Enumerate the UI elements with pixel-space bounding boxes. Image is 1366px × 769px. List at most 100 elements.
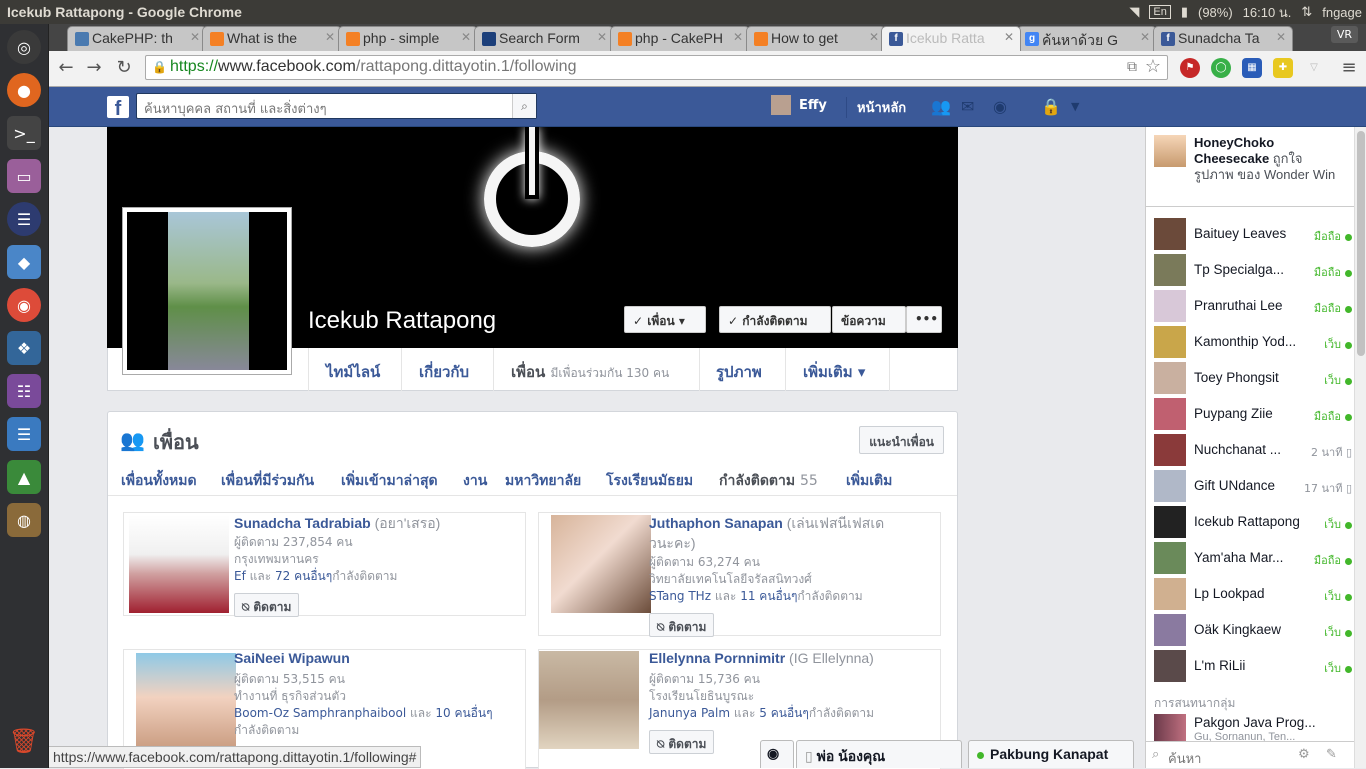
activity-ticker[interactable]: HoneyChoko Cheesecake ถูกใจรูปภาพ ของ Wo… — [1146, 127, 1366, 207]
profile-link[interactable]: Effy — [771, 95, 827, 115]
pgadmin-icon[interactable]: ❖ — [7, 331, 41, 365]
browser-tab[interactable]: g ค้นหาด้วย G ✕ — [1017, 26, 1157, 51]
page-action-icon[interactable]: ⧉ — [1127, 58, 1137, 75]
wifi-icon[interactable]: ◥ — [1129, 4, 1139, 20]
tab-close-icon[interactable]: ✕ — [325, 30, 335, 44]
browser-tab[interactable]: f Sunadcha Ta ✕ — [1153, 26, 1293, 51]
person-name-link[interactable]: Sunadcha Tadrabiab — [234, 515, 371, 531]
tab-close-icon[interactable]: ✕ — [1140, 30, 1150, 44]
subtab-highschool[interactable]: โรงเรียนมัธยม — [606, 470, 693, 492]
user-name[interactable]: fngage — [1322, 5, 1362, 20]
clock[interactable]: 16:10 น. — [1243, 2, 1292, 23]
tab-close-icon[interactable]: ✕ — [1276, 30, 1286, 44]
virtualbox-icon[interactable]: ◆ — [7, 245, 41, 279]
image-viewer-icon[interactable]: ▲ — [7, 460, 41, 494]
subtab-more[interactable]: เพิ่มเติม — [846, 470, 892, 492]
scrollbar-thumb[interactable] — [1357, 131, 1365, 356]
chat-contact[interactable]: Gift UNdance 17 นาที ▯ — [1146, 468, 1354, 504]
person-photo[interactable] — [129, 515, 229, 613]
account-menu-chevron-down-icon[interactable]: ▼ — [1071, 100, 1079, 113]
address-bar[interactable]: 🔒 https://www.facebook.com/rattapong.dit… — [145, 55, 1168, 80]
chat-contact[interactable]: Baituey Leaves มือถือ — [1146, 216, 1354, 252]
person-name-link[interactable]: Juthaphon Sanapan — [649, 515, 783, 531]
tab-close-icon[interactable]: ✕ — [461, 30, 471, 44]
dash-icon[interactable]: ◎ — [7, 30, 41, 64]
browser-tab[interactable]: How to get ✕ — [746, 26, 886, 51]
subtab-recent[interactable]: เพิ่มเข้ามาล่าสุด — [341, 470, 438, 492]
follow-button[interactable]: ⍉ ติดตาม — [234, 593, 300, 617]
facebook-search-input[interactable]: ค้นหาบุคคล สถานที่ และสิ่งต่างๆ ⌕ — [136, 93, 537, 119]
person-photo[interactable] — [539, 651, 639, 749]
tab-photos[interactable]: รูปภาพ — [716, 360, 762, 384]
more-options-button[interactable]: ••• — [906, 306, 942, 333]
settings-gear-icon[interactable]: ⚙ — [1298, 747, 1310, 762]
browser-tab[interactable]: What is the ✕ — [202, 26, 342, 51]
eclipse-icon[interactable]: ☰ — [7, 202, 41, 236]
user-icon[interactable]: ⇅ — [1301, 4, 1312, 20]
chat-contact[interactable]: Kamonthip Yod... เว็บ — [1146, 324, 1354, 360]
chat-tab[interactable]: Pakbung Kanapat — [968, 740, 1134, 768]
tab-timeline[interactable]: ไทม์ไลน์ — [326, 360, 380, 384]
scrollbar[interactable] — [1354, 127, 1366, 768]
tab-close-icon[interactable]: ✕ — [1004, 30, 1014, 44]
notifications-globe-icon[interactable]: ◉ — [993, 97, 1007, 116]
profile-badge[interactable]: VR — [1330, 26, 1358, 43]
browser-tab[interactable]: php - CakePH ✕ — [610, 26, 750, 51]
browser-tab[interactable]: php - simple ✕ — [338, 26, 478, 51]
messages-icon[interactable]: ✉ — [961, 97, 974, 116]
chat-contact[interactable]: L'm RiLii เว็บ — [1146, 648, 1354, 684]
chat-contact[interactable]: Oäk Kingkaew เว็บ — [1146, 612, 1354, 648]
document-icon[interactable]: ☰ — [7, 417, 41, 451]
speaker-icon[interactable]: ◍ — [7, 503, 41, 537]
forward-icon[interactable]: → — [82, 57, 106, 81]
extension-icon[interactable]: ◯ — [1211, 58, 1231, 78]
chat-globe-icon[interactable]: ◉ — [760, 740, 794, 768]
follow-button[interactable]: ⍉ ติดตาม — [649, 730, 715, 754]
text-editor-icon[interactable]: ☷ — [7, 374, 41, 408]
chrome-icon[interactable]: ◉ — [7, 288, 41, 322]
keyboard-layout[interactable]: En — [1149, 5, 1171, 19]
profile-picture[interactable] — [122, 207, 292, 375]
person-name-link[interactable]: Ellelynna Pornnimitr — [649, 650, 785, 666]
chat-contact[interactable]: Pranruthai Lee มือถือ — [1146, 288, 1354, 324]
chat-contact[interactable]: Toey Phongsit เว็บ — [1146, 360, 1354, 396]
following-button[interactable]: ✓ กำลังติดตาม — [719, 306, 831, 333]
subtab-work[interactable]: งาน — [463, 470, 487, 492]
subtab-all-friends[interactable]: เพื่อนทั้งหมด — [121, 470, 197, 492]
person-name-link[interactable]: SaiNeei Wipawun — [234, 650, 350, 666]
subtab-following[interactable]: กำลังติดตาม 55 — [719, 470, 818, 492]
extension-icon[interactable]: ▦ — [1242, 58, 1262, 78]
chat-tab[interactable]: ▯ พ่อ น้องคุณ — [796, 740, 962, 768]
search-icon[interactable]: ⌕ — [512, 94, 536, 118]
follow-button[interactable]: ⍉ ติดตาม — [649, 613, 715, 637]
suggest-friends-button[interactable]: แนะนำเพื่อน — [859, 426, 944, 454]
files-icon[interactable]: ▭ — [7, 159, 41, 193]
privacy-shortcuts-icon[interactable]: 🔒 — [1041, 97, 1061, 116]
trash-icon[interactable]: 🗑 — [7, 724, 41, 758]
compose-icon[interactable]: ✎ — [1326, 747, 1337, 762]
chat-contact[interactable]: Lp Lookpad เว็บ — [1146, 576, 1354, 612]
tab-close-icon[interactable]: ✕ — [597, 30, 607, 44]
firefox-icon[interactable]: ● — [7, 73, 41, 107]
extension-icon[interactable]: ⚑ — [1180, 58, 1200, 78]
person-photo[interactable] — [551, 515, 651, 613]
friends-button[interactable]: ✓ เพื่อน ▾ — [624, 306, 706, 333]
battery-level[interactable]: (98%) — [1198, 5, 1233, 20]
tab-close-icon[interactable]: ✕ — [733, 30, 743, 44]
home-link[interactable]: หน้าหลัก — [846, 97, 906, 118]
tab-more[interactable]: เพิ่มเติม ▾ — [803, 360, 865, 384]
message-button[interactable]: ข้อความ — [832, 306, 906, 333]
chat-contact[interactable]: Yam'aha Mar... มือถือ — [1146, 540, 1354, 576]
subtab-university[interactable]: มหาวิทยาลัย — [505, 470, 581, 492]
browser-tab[interactable]: CakePHP: th ✕ — [67, 26, 207, 51]
facebook-logo-icon[interactable]: f — [107, 96, 129, 120]
subtab-mutual[interactable]: เพื่อนที่มีร่วมกัน — [221, 470, 314, 492]
tab-about[interactable]: เกี่ยวกับ — [419, 360, 469, 384]
terminal-icon[interactable]: >_ — [7, 116, 41, 150]
reload-icon[interactable]: ↻ — [112, 57, 136, 81]
menu-icon[interactable]: ≡ — [1337, 57, 1361, 81]
friend-requests-icon[interactable]: 👥 — [931, 97, 951, 116]
battery-icon[interactable]: ▮ — [1181, 4, 1188, 20]
tab-close-icon[interactable]: ✕ — [190, 30, 200, 44]
chat-contact[interactable]: Icekub Rattapong เว็บ — [1146, 504, 1354, 540]
